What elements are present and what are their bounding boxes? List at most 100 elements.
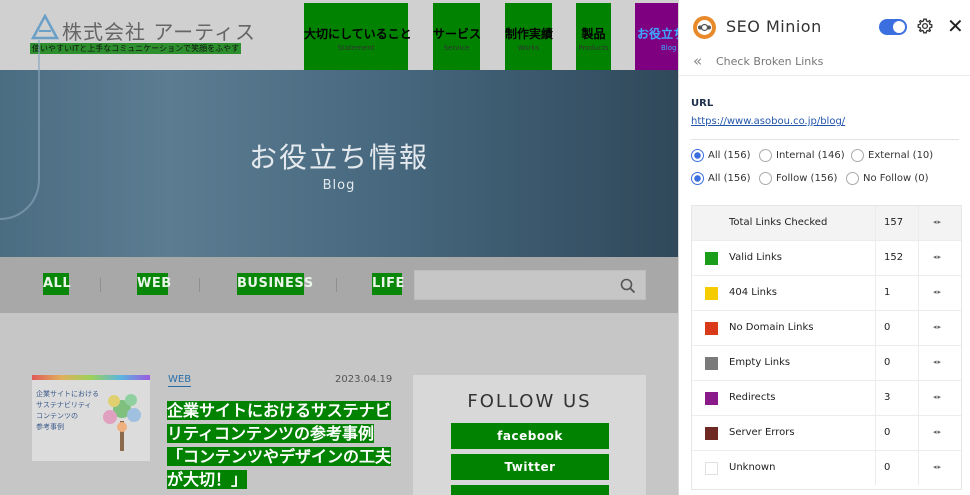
sort-arrows-icon[interactable]: ◂▸ [933,218,942,226]
thumbnail-stripe [32,375,150,380]
seo-minion-panel: SEO Minion ✕ « Check Broken Links URL ht… [678,0,970,495]
facebook-button[interactable]: facebook [451,423,609,449]
post-title-text: 企業サイトにおけるサステナビリティコンテンツの参考事例「コンテンツやデザインの工… [167,401,392,489]
radio-scope-all[interactable]: All (156) [691,149,750,162]
post-date: 2023.04.19 [335,374,393,385]
table-row[interactable]: Redirects 3 ◂▸ [692,381,961,416]
post-category[interactable]: WEB [168,374,192,387]
nav-blog[interactable]: お役立ち Blog [635,3,678,70]
row-label: Server Errors [729,427,795,438]
expand-arrows-icon[interactable]: ◂▸ [933,323,942,331]
expand-arrows-icon[interactable]: ◂▸ [933,358,942,366]
row-count: 0 [875,346,919,380]
row-label: Total Links Checked [729,217,828,228]
logo-a-icon [30,14,60,40]
row-count: 157 [875,206,919,240]
expand-arrows-icon[interactable]: ◂▸ [933,463,942,471]
radio-follow[interactable]: Follow (156) [759,172,837,185]
nav-sublabel: Service [443,44,470,52]
table-row[interactable]: Empty Links 0 ◂▸ [692,346,961,381]
nav-label: サービス [433,27,482,41]
logo-name: 株式会社 アーティス [62,20,256,44]
url-link[interactable]: https://www.asobou.co.jp/blog/ [691,116,845,127]
minion-logo-icon [693,16,716,39]
follow-us-box: FOLLOW US facebook Twitter [413,375,646,495]
divider [100,278,101,292]
radio-scope-internal[interactable]: Internal (146) [759,149,845,162]
expand-arrows-icon[interactable]: ◂▸ [933,428,942,436]
expand-arrows-icon[interactable]: ◂▸ [933,288,942,296]
thumbnail-line: 参考事例 [36,423,64,431]
post-title[interactable]: 企業サイトにおけるサステナビリティコンテンツの参考事例「コンテンツやデザインの工… [167,399,393,491]
search-input[interactable] [414,270,646,300]
panel-subtitle: Check Broken Links [716,55,824,68]
row-label: 404 Links [729,287,777,298]
color-swatch [705,427,718,440]
divider [336,278,337,292]
back-chevron-icon[interactable]: « [693,52,702,70]
color-swatch [705,357,718,370]
close-icon[interactable]: ✕ [947,16,964,36]
post-thumbnail[interactable]: 企業サイトにおける サステナビリティ コンテンツの 参考事例 [32,375,150,461]
gear-icon[interactable] [917,18,933,34]
table-row[interactable]: 404 Links 1 ◂▸ [692,276,961,311]
radio-scope-external[interactable]: External (10) [851,149,933,162]
website-background: 株式会社 アーティス 使いやすいITと上手なコミュニケーションで笑顔をふやす 大… [0,0,678,495]
hero-glass-image [0,40,40,220]
twitter-button[interactable]: Twitter [451,454,609,480]
nav-label: 製品 [581,27,606,41]
expand-arrows-icon[interactable]: ◂▸ [933,253,942,261]
radio-no-follow[interactable]: No Follow (0) [846,172,929,185]
url-label: URL [691,98,714,109]
table-row: Total Links Checked 157 ◂▸ [692,206,961,241]
links-summary-table: Total Links Checked 157 ◂▸ Valid Links 1… [691,205,962,490]
tree-illustration-icon [103,394,141,451]
category-bar: ALL WEB BUSINESS LIFE [0,257,678,313]
row-label: Unknown [729,462,776,473]
nav-service[interactable]: サービス Service [433,3,482,70]
panel-header: SEO Minion ✕ [679,0,970,50]
table-row[interactable]: Unknown 0 ◂▸ [692,451,961,486]
color-swatch [705,322,718,335]
nav-label: 制作実績 [505,27,554,41]
row-label: Empty Links [729,357,791,368]
follow-button[interactable] [451,485,609,495]
nav-sublabel: Works [517,44,540,52]
row-label: Valid Links [729,252,782,263]
table-row[interactable]: Valid Links 152 ◂▸ [692,241,961,276]
nav-works[interactable]: 制作実績 Works [505,3,554,70]
row-count: 3 [875,381,919,415]
thumbnail-text: 企業サイトにおける サステナビリティ コンテンツの 参考事例 [36,389,99,433]
thumbnail-line: サステナビリティ [36,401,92,409]
category-life[interactable]: LIFE [372,273,404,295]
row-count: 1 [875,276,919,310]
row-count: 152 [875,241,919,275]
nav-sublabel: Blog [661,44,677,52]
row-count: 0 [875,311,919,345]
logo-tagline: 使いやすいITと上手なコミュニケーションで笑顔をふやす [30,43,242,54]
category-business[interactable]: BUSINESS [237,273,313,295]
category-web[interactable]: WEB [137,273,171,295]
row-count: 0 [875,451,919,485]
radio-follow-all[interactable]: All (156) [691,172,750,185]
category-all[interactable]: ALL [43,273,71,295]
search-icon[interactable] [619,277,637,295]
row-count: 0 [875,416,919,450]
hero-title: お役立ち情報 [248,141,429,174]
thumbnail-line: 企業サイトにおける [36,390,99,398]
divider [691,139,959,140]
nav-label: 大切にしていること [304,27,412,41]
table-row[interactable]: No Domain Links 0 ◂▸ [692,311,961,346]
panel-title: SEO Minion [726,17,822,36]
nav-products[interactable]: 製品 Products [576,3,611,70]
color-swatch [705,287,718,300]
nav-label: お役立ち [637,27,678,41]
table-row[interactable]: Server Errors 0 ◂▸ [692,416,961,451]
row-label: Redirects [729,392,776,403]
row-label: No Domain Links [729,322,814,333]
blog-list: 企業サイトにおける サステナビリティ コンテンツの 参考事例 WEB 2023.… [0,313,678,495]
color-swatch [705,462,718,475]
enable-toggle[interactable] [879,19,907,35]
nav-statement[interactable]: 大切にしていること Statement [304,3,412,70]
expand-arrows-icon[interactable]: ◂▸ [933,393,942,401]
